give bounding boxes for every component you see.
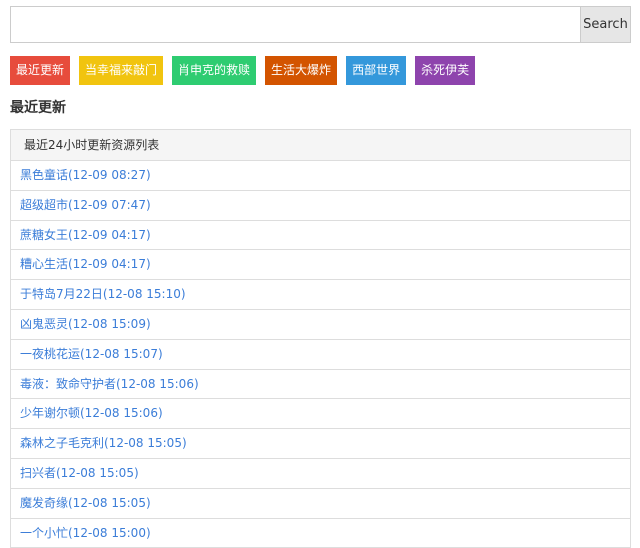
list-item[interactable]: 毒液：致命守护者(12-08 15:06) bbox=[11, 370, 630, 400]
list-item[interactable]: 扫兴者(12-08 15:05) bbox=[11, 459, 630, 489]
list-item[interactable]: 黑色童话(12-09 08:27) bbox=[11, 161, 630, 191]
list-item[interactable]: 凶鬼恶灵(12-08 15:09) bbox=[11, 310, 630, 340]
search-input[interactable] bbox=[10, 6, 580, 43]
list-item[interactable]: 一夜桃花运(12-08 15:07) bbox=[11, 340, 630, 370]
category-button-recent[interactable]: 最近更新 bbox=[10, 56, 71, 85]
list-item[interactable]: 糟心生活(12-09 04:17) bbox=[11, 250, 630, 281]
search-button[interactable]: Search bbox=[580, 6, 631, 43]
list-item[interactable]: 少年谢尔顿(12-08 15:06) bbox=[11, 399, 630, 430]
category-button-shawshank[interactable]: 肖申克的救赎 bbox=[172, 56, 257, 85]
list-item[interactable]: 于特岛7月22日(12-08 15:10) bbox=[11, 280, 630, 310]
section-title: 最近更新 bbox=[10, 100, 66, 116]
list-item[interactable]: 蔗糖女王(12-09 04:17) bbox=[11, 221, 630, 251]
list-item[interactable]: 森林之子毛克利(12-08 15:05) bbox=[11, 429, 630, 459]
category-button-big-bang-theory[interactable]: 生活大爆炸 bbox=[265, 56, 338, 85]
category-button-killing-eve[interactable]: 杀死伊芙 bbox=[415, 56, 476, 85]
category-button-pursuit-of-happyness[interactable]: 当幸福来敲门 bbox=[79, 56, 164, 85]
list-item[interactable]: 一个小忙(12-08 15:00) bbox=[11, 519, 630, 548]
panel-header: 最近24小时更新资源列表 bbox=[11, 130, 630, 161]
category-nav: 最近更新 当幸福来敲门 肖申克的救赎 生活大爆炸 西部世界 杀死伊芙 bbox=[10, 56, 484, 85]
search-bar: Search bbox=[10, 6, 631, 43]
recent-updates-panel: 最近24小时更新资源列表 黑色童话(12-09 08:27) 超级超市(12-0… bbox=[10, 129, 631, 548]
list-item[interactable]: 魔发奇缘(12-08 15:05) bbox=[11, 489, 630, 519]
category-button-westworld[interactable]: 西部世界 bbox=[346, 56, 407, 85]
list-item[interactable]: 超级超市(12-09 07:47) bbox=[11, 191, 630, 221]
